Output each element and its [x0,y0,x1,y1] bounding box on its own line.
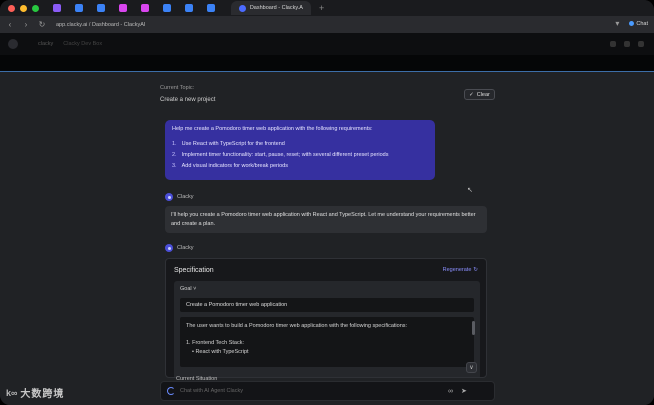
requirement-text: Use React with TypeScript for the fronte… [181,141,285,147]
dropdown-chevron-icon[interactable]: ▾ [611,19,623,28]
new-tab-plus-icon[interactable]: + [319,3,324,13]
address-bar-row: ‹ › ↻ app.clacky.ai / Dashboard - Clacky… [0,16,654,33]
bot-header-2: Clacky [165,244,194,252]
goal-desc-line1: The user wants to build a Pomodoro timer… [186,323,408,329]
requirement-item: 3. Add visual indicators for work/break p… [172,163,428,169]
requirement-item: 2. Implement timer functionality: start, … [172,152,428,158]
loading-spinner-icon [167,387,175,395]
app-logo[interactable] [8,39,18,49]
regenerate-label: Regenerate [442,267,472,273]
requirement-text: Add visual indicators for work/break per… [181,163,288,169]
send-icon[interactable]: ➤ [461,387,467,395]
close-window-button[interactable] [8,4,15,12]
goal-desc-line3: • React with TypeScript [192,349,249,355]
goal-input[interactable]: Create a Pomodoro timer web application [180,298,474,312]
goal-toggle[interactable]: Goal ˅ [180,286,196,292]
pinned-tab-icon[interactable] [163,4,171,12]
active-browser-tab[interactable]: Dashboard - Clacky.AI [231,1,311,15]
specification-card: Specification Regenerate ↻ Goal ˅ Create… [165,258,487,378]
clacky-avatar-icon [165,244,173,252]
url-field[interactable]: app.clacky.ai / Dashboard - ClackyAI [56,19,145,31]
clacky-avatar-icon [165,193,173,201]
active-tab-title: Dashboard - Clacky.AI [249,5,303,11]
header-icons [610,41,644,47]
requirement-number: 1. [172,141,177,147]
chat-input-bar: ∞ ➤ [160,381,495,401]
bot-name: Clacky [177,194,194,200]
settings-icon[interactable] [610,41,616,47]
specification-title: Specification [174,267,214,274]
pinned-tabs [53,4,229,12]
chat-panel: Current Topic: Create a new project ✓ Cl… [0,72,654,405]
clacky-favicon-icon [239,4,246,12]
breadcrumb-project[interactable]: Clacky Dev Box [63,41,102,47]
pinned-tab-icon[interactable] [185,4,193,12]
minimize-window-button[interactable] [20,4,27,12]
requirement-number: 3. [172,163,177,169]
watermark-logo-icon: k∞ [6,387,18,398]
chat-button[interactable]: Chat [629,21,648,27]
bot-reply: I'll help you create a Pomodoro timer we… [165,206,487,233]
url-text: app.clacky.ai / Dashboard - ClackyAI [56,21,146,28]
regenerate-button[interactable]: Regenerate ↻ [443,267,478,273]
pinned-tab-icon[interactable] [119,4,127,12]
window-controls [8,4,39,12]
back-arrow-icon[interactable]: ‹ [4,20,16,29]
expand-chevron-icon[interactable]: ∨ [466,362,477,373]
requirement-text: Implement timer functionality: start, pa… [181,152,389,158]
current-topic-value: Create a new project [160,97,216,103]
user-message: Help me create a Pomodoro timer web appl… [165,120,435,180]
chat-input[interactable] [180,388,440,394]
pinned-tab-icon[interactable] [53,4,61,12]
app-header: clacky Clacky Dev Box [0,33,654,55]
description-scrollbar[interactable] [472,321,475,335]
browser-toolbar-right: ▾ Chat [607,19,648,28]
header-band [0,55,654,71]
goal-section: Goal ˅ Create a Pomodoro timer web appli… [174,281,480,377]
requirement-number: 2. [172,152,177,158]
bot-header: Clacky [165,193,194,201]
bot-name-2: Clacky [177,245,194,251]
more-icon[interactable] [638,41,644,47]
goal-label: Goal [180,286,192,292]
current-topic-label: Current Topic: [160,85,195,91]
goal-description[interactable]: The user wants to build a Pomodoro timer… [180,317,474,367]
refresh-icon: ↻ [473,267,478,273]
mouse-cursor-icon: ↖ [467,187,473,194]
browser-tab-strip: Dashboard - Clacky.AI + [0,0,654,16]
broom-icon: ✓ [469,91,474,98]
chat-icon [629,21,635,26]
chat-button-label: Chat [636,20,648,27]
goal-desc-line2: 1. Frontend Tech Stack: [186,340,244,346]
requirement-item: 1. Use React with TypeScript for the fron… [172,141,428,147]
attach-icon[interactable]: ∞ [448,388,453,395]
maximize-window-button[interactable] [32,4,39,12]
clear-button-label: Clear [476,91,490,98]
watermark: k∞ 大数跨境 [6,385,65,401]
user-message-intro: Help me create a Pomodoro timer web appl… [172,126,373,132]
browser-window: Dashboard - Clacky.AI + ‹ › ↻ app.clacky… [0,0,654,405]
requirements-list: 1. Use React with TypeScript for the fron… [172,141,428,169]
pinned-tab-icon[interactable] [97,4,105,12]
clear-button[interactable]: ✓ Clear [464,89,495,100]
reload-icon[interactable]: ↻ [36,20,48,29]
chevron-down-icon: ˅ [193,286,197,292]
breadcrumb-workspace[interactable]: clacky [38,41,53,47]
forward-arrow-icon[interactable]: › [20,20,32,29]
watermark-text: 大数跨境 [20,389,65,400]
pinned-tab-icon[interactable] [141,4,149,12]
pinned-tab-icon[interactable] [75,4,83,12]
layout-icon[interactable] [624,41,630,47]
pinned-tab-icon[interactable] [207,4,215,12]
